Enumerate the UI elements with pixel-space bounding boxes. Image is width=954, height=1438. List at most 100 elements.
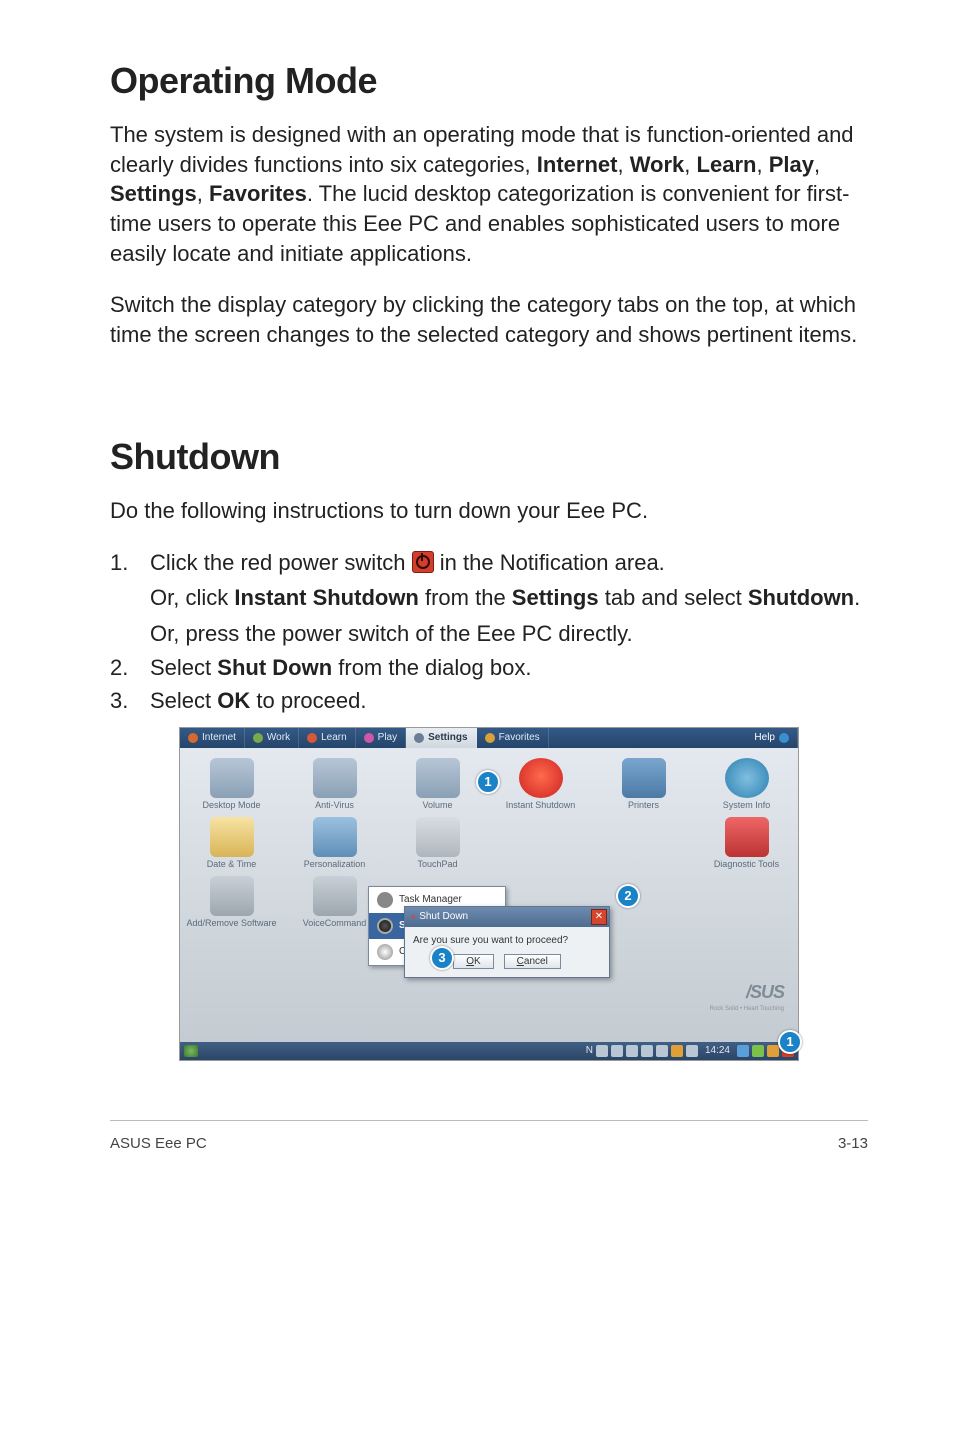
cat-learn: Learn: [697, 152, 757, 177]
start-button[interactable]: [184, 1045, 198, 1057]
icon-desktop-mode[interactable]: Desktop Mode: [182, 758, 281, 811]
step-1b-instant: Instant Shutdown: [234, 585, 419, 610]
icon-touchpad[interactable]: TouchPad: [388, 817, 487, 870]
tray-icon-7[interactable]: [686, 1045, 698, 1057]
step-2-post: from the dialog box.: [332, 655, 531, 680]
footer-right: 3-13: [838, 1135, 868, 1152]
step-1: 1. Click the red power switch in the Not…: [110, 548, 868, 649]
step-1b-mid: from the: [419, 585, 512, 610]
ok-button[interactable]: OK: [453, 954, 493, 969]
cat-work: Work: [630, 152, 685, 177]
icon-volume-label: Volume: [388, 801, 487, 811]
tab-favorites-label: Favorites: [499, 732, 540, 743]
step-1b-shutdown: Shutdown: [748, 585, 854, 610]
tab-play[interactable]: Play: [356, 728, 406, 748]
icon-system-info[interactable]: System Info: [697, 758, 796, 811]
tab-favorites[interactable]: Favorites: [477, 728, 549, 748]
taskbar: N 14:24: [180, 1042, 798, 1060]
step-3: 3. Select OK to proceed.: [110, 686, 868, 716]
ctx-task-label: Task Manager: [399, 894, 462, 905]
icon-personalization-label: Personalization: [285, 860, 384, 870]
icon-personalization[interactable]: Personalization: [285, 817, 384, 870]
intro-paragraph-2: Switch the display category by clicking …: [110, 290, 868, 349]
shut-down-icon: [377, 918, 393, 934]
intro-paragraph: The system is designed with an operating…: [110, 120, 868, 268]
icon-add-remove-label: Add/Remove Software: [182, 919, 281, 929]
step-2-pre: Select: [150, 655, 217, 680]
asus-tagline: Rock Solid • Heart Touching: [710, 1006, 784, 1012]
tray-icon-10[interactable]: [767, 1045, 779, 1057]
icon-printers-label: Printers: [594, 801, 693, 811]
step-1b-post: tab and select: [599, 585, 748, 610]
power-switch-icon: [412, 551, 434, 573]
tab-work[interactable]: Work: [245, 728, 299, 748]
callout-1-tray: 1: [778, 1030, 802, 1054]
tab-work-label: Work: [267, 732, 290, 743]
task-manager-icon: [377, 892, 393, 908]
heading-operating-mode: Operating Mode: [110, 60, 868, 102]
tray-icon-3[interactable]: [626, 1045, 638, 1057]
dialog-titlebar: • Shut Down ✕: [405, 907, 609, 927]
icon-diagnostic-tools[interactable]: Diagnostic Tools: [697, 817, 796, 870]
step-1a-pre: Click the red power switch: [150, 550, 412, 575]
callout-2: 2: [616, 884, 640, 908]
heading-shutdown: Shutdown: [110, 436, 868, 478]
callout-3: 3: [430, 946, 454, 970]
step-1c: Or, press the power switch of the Eee PC…: [150, 619, 868, 649]
step-1a-post: in the Notification area.: [434, 550, 665, 575]
cat-favorites: Favorites: [209, 181, 307, 206]
close-button[interactable]: ✕: [591, 909, 607, 925]
tray-clock: 14:24: [701, 1045, 734, 1056]
icon-add-remove[interactable]: Add/Remove Software: [182, 876, 281, 929]
cancel-button[interactable]: Cancel: [504, 954, 561, 969]
tray-icon-2[interactable]: [611, 1045, 623, 1057]
footer-left: ASUS Eee PC: [110, 1135, 207, 1152]
asus-logo: /SUS: [714, 982, 784, 1002]
icon-antivirus[interactable]: Anti-Virus: [285, 758, 384, 811]
step-1b-settings: Settings: [512, 585, 599, 610]
system-tray: N 14:24: [586, 1045, 794, 1057]
icon-date-time-label: Date & Time: [182, 860, 281, 870]
icon-antivirus-label: Anti-Virus: [285, 801, 384, 811]
icon-date-time[interactable]: Date & Time: [182, 817, 281, 870]
step-1b-end: .: [854, 585, 860, 610]
tab-help-label: Help: [754, 732, 775, 743]
tab-settings[interactable]: Settings: [406, 728, 476, 748]
cancel-icon: [377, 944, 393, 960]
icon-touchpad-label: TouchPad: [388, 860, 487, 870]
tab-learn[interactable]: Learn: [299, 728, 356, 748]
dialog-bullet-icon: •: [411, 911, 415, 923]
tab-internet-label: Internet: [202, 732, 236, 743]
shutdown-intro: Do the following instructions to turn do…: [110, 496, 868, 526]
dialog-title: Shut Down: [419, 911, 468, 922]
tray-icon-4[interactable]: [641, 1045, 653, 1057]
tab-play-label: Play: [378, 732, 397, 743]
tab-settings-label: Settings: [428, 732, 467, 743]
step-3-pre: Select: [150, 688, 217, 713]
tray-net-label: N: [586, 1045, 593, 1056]
tray-icon-8[interactable]: [737, 1045, 749, 1057]
tab-learn-label: Learn: [321, 732, 347, 743]
step-1b-pre: Or, click: [150, 585, 234, 610]
tray-icon-1[interactable]: [596, 1045, 608, 1057]
tray-icon-9[interactable]: [752, 1045, 764, 1057]
icon-printers[interactable]: Printers: [594, 758, 693, 811]
step-3-ok: OK: [217, 688, 250, 713]
icon-volume[interactable]: Volume: [388, 758, 487, 811]
icon-instant-shutdown[interactable]: Instant Shutdown: [491, 758, 590, 811]
callout-1: 1: [476, 770, 500, 794]
step-3-post: to proceed.: [250, 688, 366, 713]
step-2: 2. Select Shut Down from the dialog box.: [110, 653, 868, 683]
cat-internet: Internet: [537, 152, 618, 177]
tab-internet[interactable]: Internet: [180, 728, 245, 748]
tab-help[interactable]: Help: [746, 728, 798, 748]
tray-icon-6[interactable]: [671, 1045, 683, 1057]
cat-settings: Settings: [110, 181, 197, 206]
icon-diagnostic-tools-label: Diagnostic Tools: [697, 860, 796, 870]
step-3-number: 3.: [110, 686, 150, 716]
step-1-number: 1.: [110, 548, 150, 578]
cat-play: Play: [769, 152, 814, 177]
tray-icon-5[interactable]: [656, 1045, 668, 1057]
screenshot: Internet Work Learn Play Settings Favori…: [180, 728, 798, 1060]
icon-system-info-label: System Info: [697, 801, 796, 811]
